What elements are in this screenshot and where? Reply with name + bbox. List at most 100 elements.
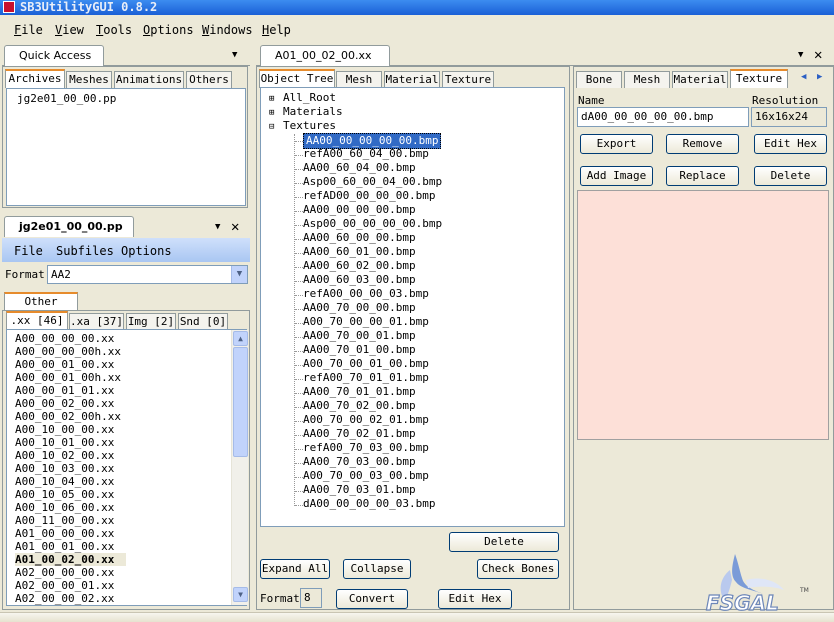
delete-button[interactable]: Delete <box>449 532 559 552</box>
tree-node-texture[interactable]: refA00_60_04_00.bmp <box>303 147 429 161</box>
pp-menu-subfiles[interactable]: Subfiles <box>56 244 114 258</box>
list-item[interactable]: A00_10_01_00.xx <box>15 436 114 449</box>
menu-file[interactable]: File <box>14 23 43 37</box>
tab-others[interactable]: Others <box>186 71 232 88</box>
close-icon[interactable]: ✕ <box>814 48 822 62</box>
list-item[interactable]: A00_10_06_00.xx <box>15 501 114 514</box>
tab-snd[interactable]: Snd [0] <box>178 313 228 330</box>
tree-node-texture[interactable]: Asp00_60_00_04_00.bmp <box>303 175 442 189</box>
pp-menu-file[interactable]: File <box>14 244 43 258</box>
tree-node-texture[interactable]: AA00_70_01_01.bmp <box>303 385 416 399</box>
tree-node-texture[interactable]: AA00_70_02_00.bmp <box>303 399 416 413</box>
tree-node-texture[interactable]: refA00_70_01_01.bmp <box>303 371 429 385</box>
xx-file-list[interactable]: A00_00_00_00.xx A00_00_00_00h.xx A00_00_01… <box>6 329 248 606</box>
vertical-scrollbar[interactable]: ▲ ▼ <box>231 330 248 605</box>
xx-document-tab[interactable]: A01_00_02_00.xx <box>260 45 390 66</box>
expand-icon[interactable]: ⊞ <box>269 92 274 106</box>
list-item[interactable]: A00_00_01_00h.xx <box>15 371 121 384</box>
archives-list[interactable]: jg2e01_00_00.pp <box>6 88 246 206</box>
collapse-button[interactable]: Collapse <box>343 559 411 579</box>
list-item[interactable]: A00_10_00_00.xx <box>15 423 114 436</box>
tree-node-texture[interactable]: Asp00_00_00_00_00.bmp <box>303 217 442 231</box>
list-item[interactable]: A00_00_01_00.xx <box>15 358 114 371</box>
close-icon[interactable]: ✕ <box>231 220 239 234</box>
chevron-down-icon[interactable]: ▼ <box>232 50 237 60</box>
list-item[interactable]: A01_00_01_00.xx <box>15 540 114 553</box>
texture-name-field[interactable]: dA00_00_00_00_00.bmp <box>577 107 749 127</box>
tree-node-texture[interactable]: A00_70_00_03_00.bmp <box>303 469 429 483</box>
menu-help[interactable]: Help <box>262 23 291 37</box>
tree-node-textures[interactable]: Textures <box>283 119 336 133</box>
list-item[interactable]: A02_00_00_00.xx <box>15 566 114 579</box>
tree-node-materials[interactable]: Materials <box>283 105 343 119</box>
tree-node-texture[interactable]: AA00_70_00_00.bmp <box>303 301 416 315</box>
list-item[interactable]: A01_00_00_00.xx <box>15 527 114 540</box>
replace-button[interactable]: Replace <box>666 166 739 186</box>
tab-meshes[interactable]: Meshes <box>66 71 112 88</box>
chevron-down-icon[interactable]: ▼ <box>798 50 803 60</box>
tab-scroll-left-icon[interactable]: ◀ <box>801 72 806 82</box>
tree-node-texture[interactable]: AA00_60_00_00.bmp <box>303 231 416 245</box>
expand-all-button[interactable]: Expand All <box>260 559 330 579</box>
pp-file-tab[interactable]: jg2e01_00_00.pp <box>4 216 134 237</box>
list-item[interactable]: A00_00_02_00.xx <box>15 397 114 410</box>
list-item[interactable]: A00_00_00_00.xx <box>15 332 114 345</box>
delete-button[interactable]: Delete <box>754 166 827 186</box>
tree-node-texture[interactable]: AA00_60_02_00.bmp <box>303 259 416 273</box>
menu-options[interactable]: Options <box>143 23 194 37</box>
check-bones-button[interactable]: Check Bones <box>477 559 559 579</box>
quick-access-tab[interactable]: Quick Access <box>4 45 104 66</box>
edit-hex-button[interactable]: Edit Hex <box>754 134 827 154</box>
scroll-thumb[interactable] <box>233 347 248 457</box>
tab-material[interactable]: Material <box>384 71 440 88</box>
tab-material[interactable]: Material <box>672 71 728 88</box>
menu-tools[interactable]: Tools <box>96 23 132 37</box>
tree-node-texture[interactable]: A00_70_00_00_01.bmp <box>303 315 429 329</box>
list-item[interactable]: A00_00_02_00h.xx <box>15 410 121 423</box>
tree-node-texture[interactable]: refA00_70_03_00.bmp <box>303 441 429 455</box>
convert-button[interactable]: Convert <box>336 589 408 609</box>
menu-view[interactable]: View <box>55 23 84 37</box>
tab-object-tree[interactable]: Object Tree <box>259 69 335 88</box>
format-select[interactable]: AA2 ▼ <box>47 265 248 284</box>
list-item[interactable]: A00_11_00_00.xx <box>15 514 114 527</box>
pp-menu-options[interactable]: Options <box>121 244 172 258</box>
tree-node-texture[interactable]: AA00_60_04_00.bmp <box>303 161 416 175</box>
tree-node-texture[interactable]: AA00_70_03_00.bmp <box>303 455 416 469</box>
list-item[interactable]: A00_10_02_00.xx <box>15 449 114 462</box>
tree-node-texture[interactable]: AA00_70_03_01.bmp <box>303 483 416 497</box>
list-item[interactable]: A00_10_05_00.xx <box>15 488 114 501</box>
tree-node-texture[interactable]: AA00_00_00_00.bmp <box>303 203 416 217</box>
tab-xa[interactable]: .xa [37] <box>69 313 124 330</box>
add-image-button[interactable]: Add Image <box>580 166 653 186</box>
tab-mesh[interactable]: Mesh <box>336 71 382 88</box>
tree-node-texture[interactable]: AA00_70_02_01.bmp <box>303 427 416 441</box>
scroll-up-icon[interactable]: ▲ <box>233 331 248 346</box>
tree-node-texture[interactable]: A00_70_00_01_00.bmp <box>303 357 429 371</box>
tab-bone[interactable]: Bone <box>576 71 622 88</box>
chevron-down-icon[interactable]: ▼ <box>231 266 247 283</box>
list-item[interactable]: A00_00_00_00h.xx <box>15 345 121 358</box>
remove-button[interactable]: Remove <box>666 134 739 154</box>
list-item[interactable]: A00_10_04_00.xx <box>15 475 114 488</box>
tab-xx[interactable]: .xx [46] <box>6 311 68 330</box>
tree-node-texture[interactable]: AA00_70_00_01.bmp <box>303 329 416 343</box>
export-button[interactable]: Export <box>580 134 653 154</box>
chevron-down-icon[interactable]: ▼ <box>215 222 220 232</box>
list-item[interactable]: A02_00_00_01.xx <box>15 579 114 592</box>
collapse-icon[interactable]: ⊟ <box>269 120 274 134</box>
menu-windows[interactable]: Windows <box>202 23 253 37</box>
scroll-down-icon[interactable]: ▼ <box>233 587 248 602</box>
tree-node-texture[interactable]: dA00_00_00_00_03.bmp <box>303 497 435 511</box>
tree-node-texture[interactable]: AA00_60_03_00.bmp <box>303 273 416 287</box>
tab-scroll-right-icon[interactable]: ▶ <box>817 72 822 82</box>
list-item[interactable]: A00_10_03_00.xx <box>15 462 114 475</box>
tab-texture[interactable]: Texture <box>730 69 788 88</box>
tab-archives[interactable]: Archives <box>5 69 65 88</box>
tree-node-texture[interactable]: A00_70_00_02_01.bmp <box>303 413 429 427</box>
list-item[interactable]: A00_00_01_01.xx <box>15 384 114 397</box>
expand-icon[interactable]: ⊞ <box>269 106 274 120</box>
tree-node-texture[interactable]: AA00_60_01_00.bmp <box>303 245 416 259</box>
tab-animations[interactable]: Animations <box>114 71 184 88</box>
tab-texture[interactable]: Texture <box>442 71 494 88</box>
